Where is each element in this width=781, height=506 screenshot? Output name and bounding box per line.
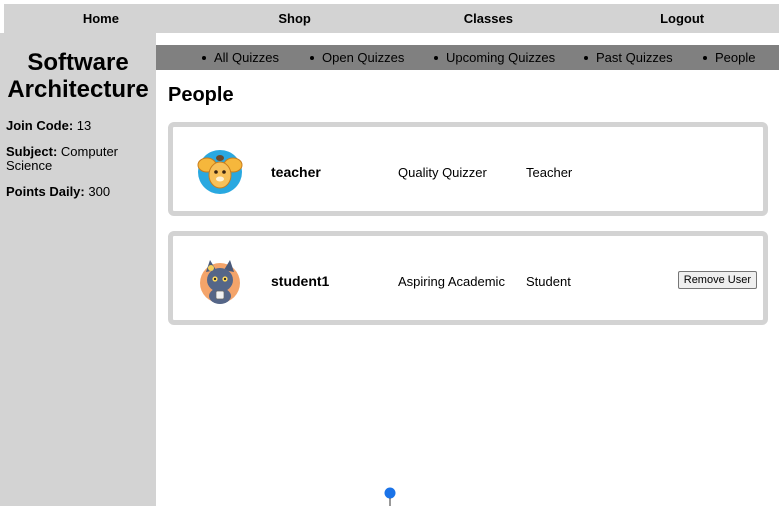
- cat-avatar-icon: [200, 260, 240, 304]
- subnav-upcoming-quizzes[interactable]: Upcoming Quizzes: [434, 50, 555, 65]
- person-rank: Aspiring Academic: [398, 274, 505, 289]
- join-code-value: 13: [76, 118, 92, 133]
- subject-label: Subject:: [6, 144, 58, 159]
- join-code-info: Join Code: 13: [6, 119, 150, 133]
- points-value: 300: [88, 184, 111, 199]
- nav-logout-link[interactable]: Logout: [585, 11, 779, 26]
- subnav-label: All Quizzes: [214, 50, 280, 65]
- class-title-line1: Software: [27, 49, 129, 76]
- subnav-label: Past Quizzes: [596, 50, 673, 65]
- bullet-icon: [584, 55, 588, 60]
- nav-home-link[interactable]: Home: [4, 11, 198, 26]
- quiz-subnav: All Quizzes Open Quizzes Upcoming Quizze…: [156, 45, 779, 70]
- subnav-label: Upcoming Quizzes: [446, 50, 556, 65]
- person-role: Student: [526, 274, 571, 289]
- person-role: Teacher: [526, 165, 573, 180]
- page-title: People: [168, 84, 234, 106]
- person-rank: Quality Quizzer: [398, 165, 487, 180]
- class-title-line2: Architecture: [7, 76, 149, 103]
- join-code-label: Join Code:: [6, 118, 74, 133]
- class-title: Software Architecture: [0, 49, 156, 103]
- subnav-label: Open Quizzes: [322, 50, 405, 65]
- bullet-icon: [202, 55, 206, 60]
- bullet-icon: [703, 55, 707, 60]
- nav-classes-link[interactable]: Classes: [392, 11, 586, 26]
- top-nav: Home Shop Classes Logout: [4, 4, 779, 33]
- bullet-icon: [310, 55, 314, 60]
- bullet-icon: [434, 55, 438, 60]
- subnav-open-quizzes[interactable]: Open Quizzes: [310, 50, 404, 65]
- points-label: Points Daily:: [6, 184, 85, 199]
- person-username: teacher: [271, 164, 321, 180]
- subject-info: Subject: Computer Science: [6, 145, 136, 173]
- remove-user-button[interactable]: Remove User: [677, 271, 757, 289]
- location-pin-icon: [384, 487, 396, 506]
- points-info: Points Daily: 300: [6, 185, 150, 199]
- class-sidebar: Software Architecture Join Code: 13 Subj…: [0, 33, 156, 506]
- person-card: teacher Quality Quizzer Teacher: [168, 122, 768, 216]
- person-username: student1: [271, 273, 330, 289]
- subnav-people[interactable]: People: [703, 50, 755, 65]
- fox-avatar-icon: [197, 150, 243, 194]
- nav-shop-link[interactable]: Shop: [198, 11, 392, 26]
- subnav-past-quizzes[interactable]: Past Quizzes: [584, 50, 673, 65]
- person-card: student1 Aspiring Academic Student Remov…: [168, 231, 768, 325]
- subnav-all-quizzes[interactable]: All Quizzes: [202, 50, 279, 65]
- subnav-label: People: [715, 50, 756, 65]
